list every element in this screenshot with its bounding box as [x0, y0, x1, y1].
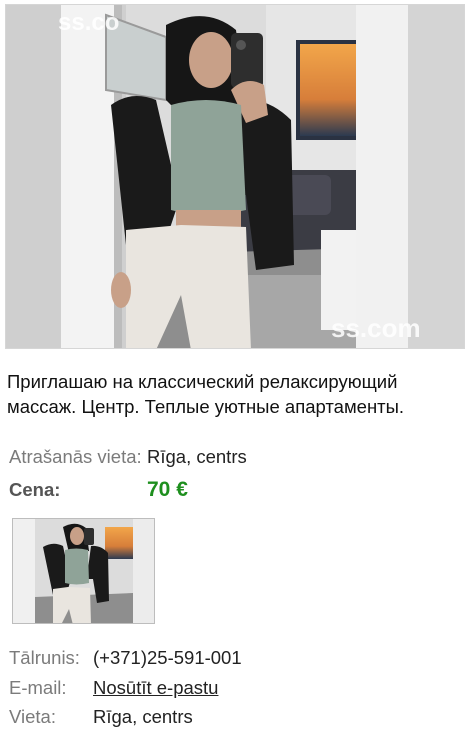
listing-description: Приглашаю на классический релаксирующий … [7, 371, 405, 417]
email-label: E-mail: [9, 677, 67, 698]
place-value: Rīga, centrs [93, 706, 193, 727]
email-row: E-mail: Nosūtīt e-pastu [9, 676, 429, 700]
main-photo[interactable]: ss.co ss.com [5, 4, 465, 349]
photo-illustration [6, 5, 464, 348]
price-value: 70 € [147, 478, 188, 501]
photo-thumbnail[interactable] [12, 518, 155, 624]
place-row: Vieta: Rīga, centrs [9, 705, 429, 729]
watermark-bottom: ss.com [331, 313, 421, 343]
location-label: Atrašanās vieta: [9, 446, 142, 467]
price-row: Cena: 70 € [9, 478, 409, 502]
price-label: Cena: [9, 479, 61, 500]
phone-prefix: (+371) [93, 647, 147, 668]
phone-row: Tālrunis: (+371)25-591-001 [9, 646, 429, 670]
send-email-link[interactable]: Nosūtīt e-pastu [93, 676, 218, 700]
phone-value[interactable]: (+371)25-591-001 [93, 646, 242, 670]
location-value: Rīga, centrs [147, 446, 247, 467]
phone-number: 25-591-001 [147, 647, 242, 668]
watermark-top: ss.co [58, 9, 120, 36]
place-label: Vieta: [9, 706, 56, 727]
thumbnail-illustration [13, 519, 154, 623]
phone-label: Tālrunis: [9, 647, 80, 668]
location-row: Atrašanās vieta: Rīga, centrs [9, 445, 409, 469]
